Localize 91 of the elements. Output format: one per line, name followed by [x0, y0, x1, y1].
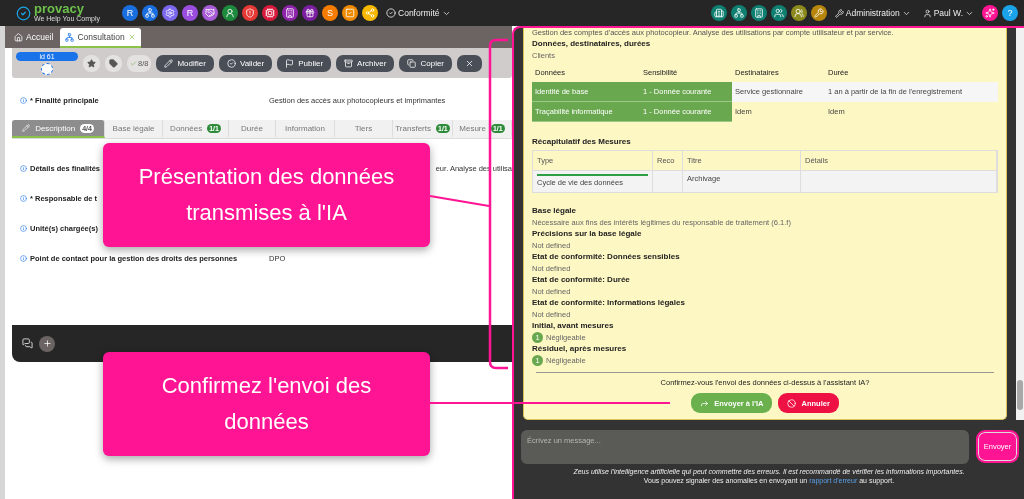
close-button[interactable] — [457, 54, 483, 72]
action-button[interactable]: Modifier — [156, 54, 214, 72]
info-icon — [20, 96, 27, 104]
tool-button[interactable] — [810, 5, 827, 21]
add-button[interactable] — [39, 335, 55, 352]
sitemap-icon — [65, 32, 75, 42]
annotation-callout: Confirmez l'envoi des données — [103, 352, 430, 456]
shield-icon — [245, 8, 256, 18]
sitemap-icon — [733, 8, 744, 18]
wrench-icon — [813, 8, 824, 18]
app-button[interactable]: R — [182, 5, 199, 21]
users-icon — [773, 8, 784, 18]
action-button[interactable]: Copier — [399, 54, 453, 72]
tab[interactable]: Consultation — [60, 28, 141, 48]
tag-icon — [109, 58, 118, 68]
section-label: Résiduel, après mesures — [532, 343, 628, 356]
administration-menu[interactable]: Administration — [830, 8, 915, 18]
person-icon — [225, 8, 236, 18]
tool-button[interactable] — [710, 5, 727, 21]
building-icon — [753, 8, 764, 18]
section-label: Etat de conformité: Données sensibles — [532, 251, 681, 264]
tool-button[interactable] — [790, 5, 807, 21]
chip-icon — [265, 8, 276, 18]
archive-icon — [344, 58, 354, 68]
flag-icon — [285, 58, 295, 68]
ban-icon — [787, 398, 797, 408]
tab[interactable]: Accueil — [9, 28, 59, 48]
gift-icon — [305, 8, 316, 18]
app-button[interactable] — [342, 5, 359, 21]
action-button[interactable]: Publier — [277, 54, 332, 72]
share-icon — [365, 8, 376, 18]
app-button[interactable] — [262, 5, 279, 21]
favorite-button[interactable] — [83, 54, 100, 72]
app-button[interactable] — [202, 5, 219, 21]
sparkles-icon — [985, 8, 995, 18]
section-heading: Récapitulatif des Mesures — [532, 136, 632, 148]
chat-icon[interactable] — [22, 338, 33, 349]
tool-button[interactable] — [770, 5, 787, 21]
close-icon — [465, 58, 475, 68]
tag-button[interactable] — [105, 54, 122, 72]
check-icon — [130, 59, 137, 67]
app-button[interactable]: R — [122, 5, 139, 21]
home-icon — [14, 32, 23, 42]
user-menu[interactable]: Paul W. — [918, 8, 978, 18]
pencil-icon — [164, 58, 174, 68]
app-button[interactable] — [362, 5, 379, 21]
section-heading: Données, destinataires, durées — [532, 38, 652, 50]
copy-icon — [407, 58, 417, 68]
app-button[interactable] — [222, 5, 239, 21]
help-button[interactable]: ? — [1002, 5, 1018, 21]
section-label: Initial, avant mesures — [532, 320, 615, 333]
info-icon — [20, 224, 27, 232]
section-label: Base légale — [532, 205, 578, 218]
app-button[interactable]: S — [322, 5, 339, 21]
action-button[interactable]: Valider — [218, 54, 273, 72]
info-icon — [20, 254, 27, 262]
forward-arrow-icon — [700, 398, 710, 408]
action-button[interactable]: Archiver — [336, 54, 395, 72]
pencil-icon — [22, 124, 31, 132]
building-icon — [713, 8, 724, 18]
logo-icon — [16, 5, 31, 21]
app-button[interactable] — [162, 5, 179, 21]
app-button[interactable] — [302, 5, 319, 21]
app-button[interactable] — [282, 5, 299, 21]
check-circle-icon — [386, 8, 397, 18]
handshake-icon — [205, 8, 216, 18]
tool-button[interactable] — [730, 5, 747, 21]
leader-line — [429, 195, 490, 207]
building-icon — [285, 8, 296, 18]
annotation-callout: Présentation des données transmises à l'IA — [103, 143, 430, 247]
app-button[interactable] — [142, 5, 159, 21]
check-circle-icon — [226, 58, 236, 68]
star-icon — [87, 58, 96, 68]
gear-icon — [165, 8, 176, 18]
info-icon — [20, 164, 27, 172]
plus-icon — [42, 339, 52, 348]
checkbox-icon — [345, 8, 356, 18]
info-icon — [20, 194, 27, 202]
assistant-button[interactable] — [982, 5, 998, 21]
conformity-menu[interactable]: Conformité — [382, 8, 455, 18]
logo-name: provacy — [34, 3, 85, 15]
section-label: Précisions sur la base légale — [532, 228, 643, 241]
sitemap-icon — [145, 8, 156, 18]
section-label: Etat de conformité: Durée — [532, 274, 631, 287]
section-label: Etat de conformité: Informations légales — [532, 297, 686, 310]
tool-button[interactable] — [750, 5, 767, 21]
user-icon — [922, 8, 932, 18]
wrench-icon — [834, 8, 844, 18]
app-button[interactable] — [242, 5, 259, 21]
progress-ring-icon — [41, 62, 53, 75]
people-icon — [793, 8, 804, 18]
